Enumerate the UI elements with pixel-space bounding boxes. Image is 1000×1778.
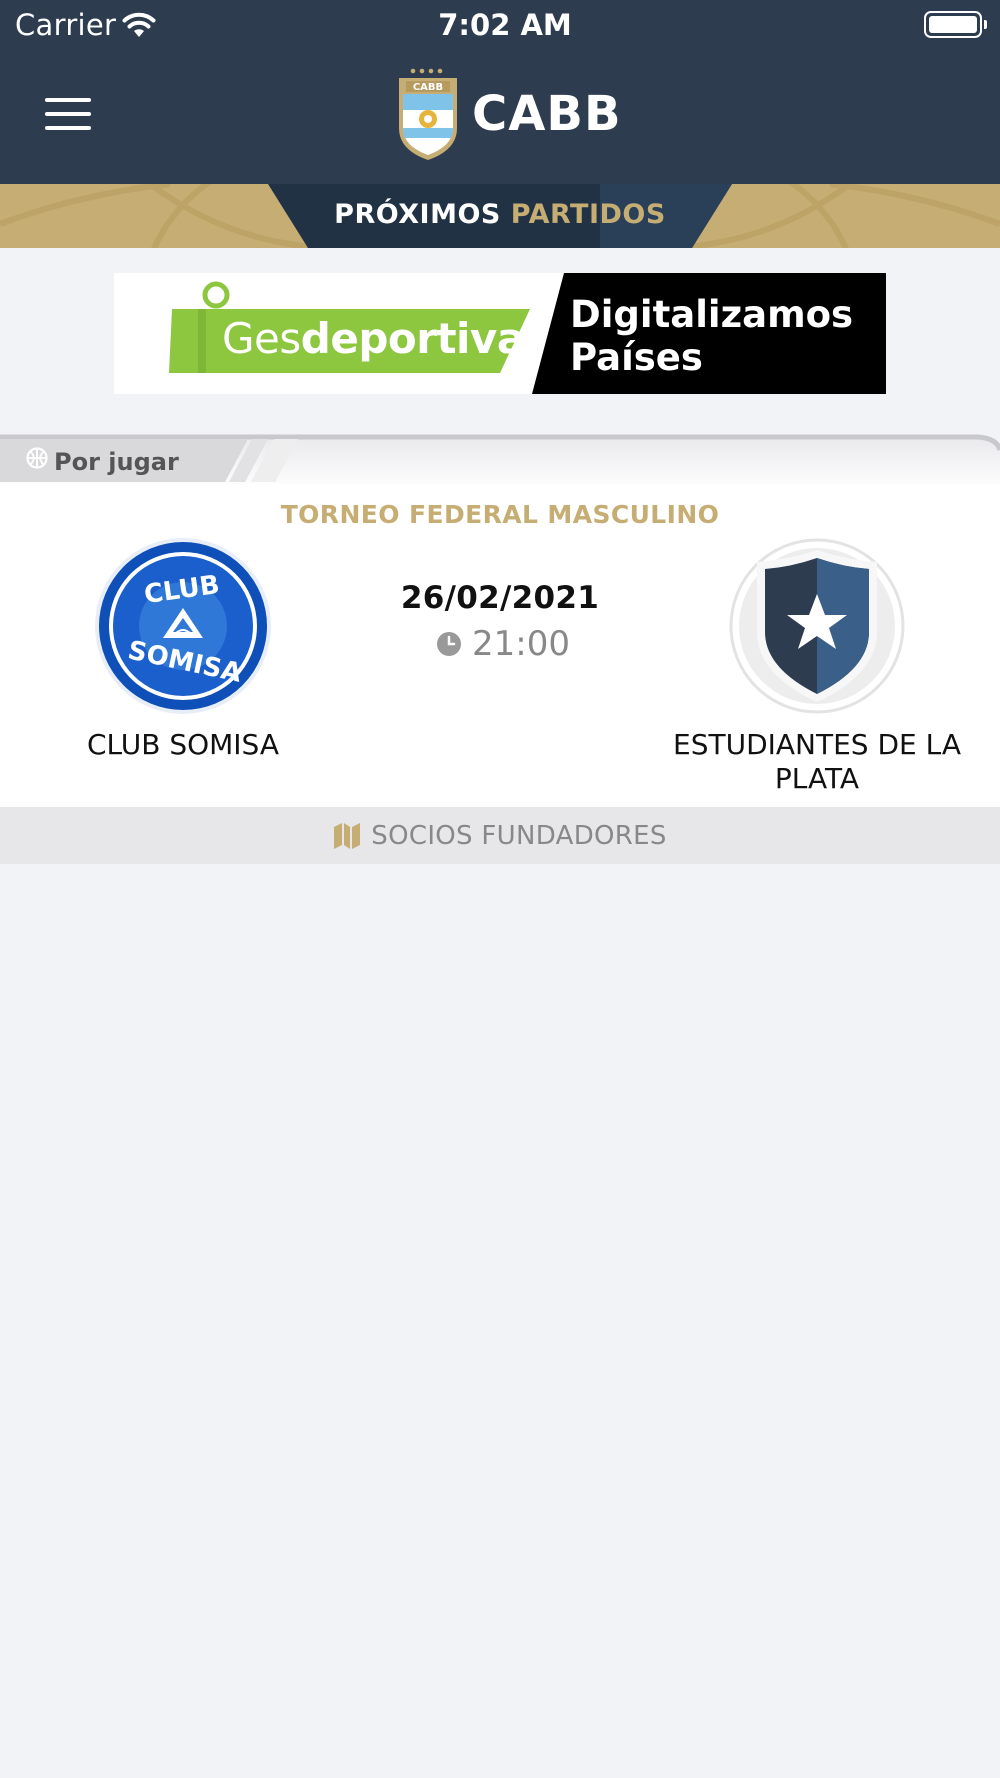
ad-slogan: Digitalizamos Países: [570, 293, 854, 379]
match-time-value: 21:00: [472, 624, 570, 664]
shield-star-icon: [729, 538, 905, 714]
match-card[interactable]: TORNEO FEDERAL MASCULINO CLUB SOMISA CLU…: [0, 484, 1000, 807]
section-title-first: PRÓXIMOS: [334, 199, 501, 230]
match-time: 21:00: [436, 624, 570, 664]
club-somisa-crest-icon: CLUB SOMISA: [95, 538, 271, 714]
status-time: 7:02 AM: [438, 8, 572, 42]
tournament-name: TORNEO FEDERAL MASCULINO: [280, 500, 720, 529]
map-icon: [334, 822, 361, 849]
ad-brand: Gesdeportiva: [222, 314, 525, 363]
section-title-second: PARTIDOS: [510, 199, 666, 230]
basketball-icon: [26, 447, 48, 469]
cabb-logo: CABB CABB: [396, 66, 621, 162]
ad-brand-bold: deportiva: [300, 314, 525, 363]
cabb-shield-icon: [399, 68, 457, 160]
section-title: PRÓXIMOS PARTIDOS: [0, 199, 1000, 230]
home-team[interactable]: CLUB SOMISA CLUB SOMISA: [23, 536, 343, 762]
ad-brand-light: Ges: [222, 314, 301, 363]
away-team-name: ESTUDIANTES DE LA PLATA: [673, 728, 961, 795]
status-bar: Carrier 7:02 AM: [0, 0, 1000, 50]
sponsors-label: SOCIOS FUNDADORES: [371, 820, 667, 851]
away-team[interactable]: ESTUDIANTES DE LA PLATA: [657, 536, 977, 796]
battery-icon: [924, 11, 987, 38]
app-header: Carrier 7:02 AM CABB CABB: [0, 0, 1000, 184]
home-team-name: CLUB SOMISA: [86, 728, 280, 761]
match-status-label: Por jugar: [54, 448, 179, 476]
clock-icon: [437, 632, 461, 656]
logo-wordmark: CABB: [472, 86, 622, 142]
ad-banner[interactable]: Gesdeportiva Digitalizamos Países: [114, 273, 886, 394]
sponsors-link[interactable]: SOCIOS FUNDADORES: [0, 807, 1000, 864]
logo-badge-text: CABB: [412, 82, 444, 93]
section-banner: PRÓXIMOS PARTIDOS: [0, 184, 1000, 248]
hamburger-menu-icon[interactable]: [45, 98, 91, 134]
